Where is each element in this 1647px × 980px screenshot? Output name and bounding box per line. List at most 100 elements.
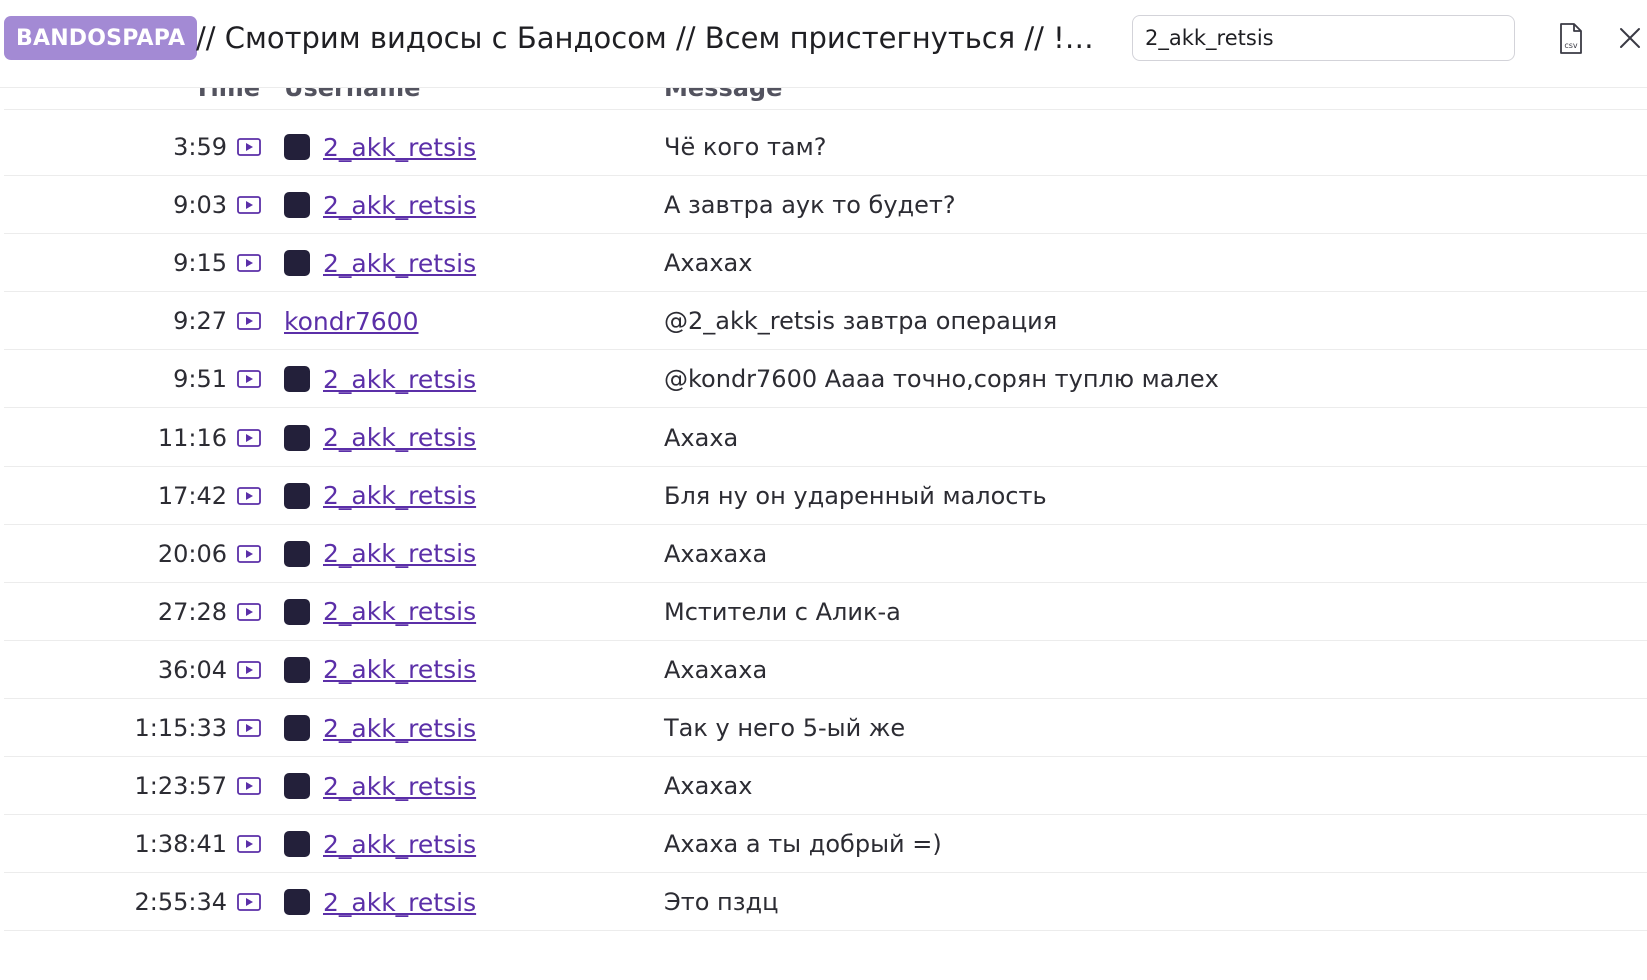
table-row: 1:38:41 2_akk_retsis Ахаха а ты добрый =) [4, 815, 1647, 874]
user-avatar-icon [284, 192, 310, 219]
user-cell: 2_akk_retsis [284, 176, 476, 234]
timestamp: 36:04 [157, 655, 227, 684]
table-header: Time Username Message [4, 88, 1647, 110]
chat-table: Time Username Message 3:59 2_akk_retsis Чё… [0, 88, 1647, 980]
username-link[interactable]: 2_akk_retsis [323, 830, 476, 859]
column-header-username[interactable]: Username [284, 88, 420, 102]
timestamp: 27:28 [157, 597, 227, 626]
username-link[interactable]: 2_akk_retsis [323, 655, 476, 684]
message-text: Это пздц [664, 888, 779, 917]
table-row: 9:27 kondr7600 @2_akk_retsis завтра операц… [4, 292, 1647, 351]
play-icon[interactable] [236, 718, 262, 738]
user-cell: kondr7600 [284, 292, 419, 350]
user-cell: 2_akk_retsis [284, 873, 476, 931]
user-cell: 2_akk_retsis [284, 467, 476, 525]
svg-text:csv: csv [1564, 41, 1578, 50]
username-link[interactable]: 2_akk_retsis [323, 481, 476, 510]
close-icon[interactable] [1616, 24, 1644, 52]
play-icon[interactable] [236, 776, 262, 796]
user-cell: 2_akk_retsis [284, 641, 476, 699]
play-icon[interactable] [236, 544, 262, 564]
table-row: 9:03 2_akk_retsis А завтра аук то будет? [4, 176, 1647, 235]
timestamp: 9:27 [173, 307, 227, 336]
username-link[interactable]: 2_akk_retsis [323, 423, 476, 452]
play-icon[interactable] [236, 486, 262, 506]
play-icon[interactable] [236, 311, 262, 331]
user-cell: 2_akk_retsis [284, 525, 476, 583]
message-text: @kondr7600 Аааа точно,сорян туплю малех [664, 365, 1219, 394]
user-avatar-icon [284, 773, 310, 800]
timestamp: 9:03 [173, 191, 227, 220]
user-avatar-icon [284, 134, 310, 161]
user-avatar-icon [284, 656, 310, 683]
user-avatar-icon [284, 482, 310, 509]
play-icon[interactable] [236, 602, 262, 622]
top-bar: BANDOSPAPA // Смотрим видосы с Бандосом … [0, 0, 1647, 88]
table-row: 1:15:33 2_akk_retsis Так у него 5-ый же [4, 699, 1647, 758]
message-text: Ахаха [664, 423, 739, 452]
timestamp: 11:16 [157, 423, 227, 452]
csv-file-icon[interactable]: csv [1555, 22, 1585, 56]
user-avatar-icon [284, 250, 310, 277]
username-link[interactable]: 2_akk_retsis [323, 597, 476, 626]
play-icon[interactable] [236, 660, 262, 680]
timestamp: 1:15:33 [134, 714, 227, 742]
timestamp: 1:23:57 [134, 772, 227, 801]
channel-badge[interactable]: BANDOSPAPA [4, 16, 198, 60]
username-link[interactable]: 2_akk_retsis [323, 714, 476, 743]
message-text: Так у него 5-ый же [664, 714, 906, 742]
username-link[interactable]: 2_akk_retsis [323, 772, 476, 801]
timestamp: 9:15 [173, 249, 227, 278]
user-avatar-icon [284, 598, 310, 625]
table-row: 1:23:57 2_akk_retsis Ахахах [4, 757, 1647, 816]
username-link[interactable]: 2_akk_retsis [323, 888, 476, 917]
table-row: 9:15 2_akk_retsis Ахахах [4, 234, 1647, 293]
user-avatar-icon [284, 889, 310, 916]
user-cell: 2_akk_retsis [284, 234, 476, 292]
user-avatar-icon [284, 366, 310, 393]
timestamp: 1:38:41 [134, 830, 227, 859]
table-row: 27:28 2_akk_retsis Мстители с Алик-а [4, 583, 1647, 641]
message-text: Ахаха а ты добрый =) [664, 830, 942, 859]
user-cell: 2_akk_retsis [284, 699, 476, 757]
column-header-time[interactable]: Time [194, 88, 260, 102]
table-row: 17:42 2_akk_retsis Бля ну он ударенный мал… [4, 467, 1647, 525]
timestamp: 2:55:34 [134, 888, 227, 917]
username-link[interactable]: kondr7600 [284, 307, 419, 336]
play-icon[interactable] [236, 253, 262, 273]
table-row: 2:55:34 2_akk_retsis Это пздц [4, 873, 1647, 932]
play-icon[interactable] [236, 369, 262, 389]
user-avatar-icon [284, 715, 310, 742]
user-cell: 2_akk_retsis [284, 583, 476, 641]
play-icon[interactable] [236, 137, 262, 157]
message-text: Мстители с Алик-а [664, 597, 901, 626]
column-header-message[interactable]: Message [664, 88, 782, 102]
message-text: Ахахаха [664, 655, 768, 684]
play-icon[interactable] [236, 834, 262, 854]
message-text: @2_akk_retsis завтра операция [664, 307, 1058, 336]
timestamp: 9:51 [173, 365, 227, 394]
user-cell: 2_akk_retsis [284, 350, 476, 408]
search-input[interactable] [1132, 15, 1515, 61]
play-icon[interactable] [236, 892, 262, 912]
timestamp: 17:42 [157, 481, 227, 510]
username-link[interactable]: 2_akk_retsis [323, 249, 476, 278]
play-icon[interactable] [236, 195, 262, 215]
video-title: // Смотрим видосы с Бандосом // Всем при… [196, 21, 1104, 55]
table-row: 3:59 2_akk_retsis Чё кого там? [4, 118, 1647, 177]
username-link[interactable]: 2_akk_retsis [323, 191, 476, 220]
username-link[interactable]: 2_akk_retsis [323, 539, 476, 568]
table-row: 11:16 2_akk_retsis Ахаха [4, 409, 1647, 467]
play-icon[interactable] [236, 428, 262, 448]
message-text: Ахахах [664, 772, 753, 801]
username-link[interactable]: 2_akk_retsis [323, 133, 476, 162]
table-row: 36:04 2_akk_retsis Ахахаха [4, 641, 1647, 699]
user-cell: 2_akk_retsis [284, 757, 476, 815]
message-text: А завтра аук то будет? [664, 191, 956, 220]
timestamp: 3:59 [173, 133, 227, 161]
user-avatar-icon [284, 424, 310, 451]
message-text: Бля ну он ударенный малость [664, 481, 1047, 510]
user-cell: 2_akk_retsis [284, 409, 476, 467]
user-avatar-icon [284, 831, 310, 858]
username-link[interactable]: 2_akk_retsis [323, 365, 476, 394]
